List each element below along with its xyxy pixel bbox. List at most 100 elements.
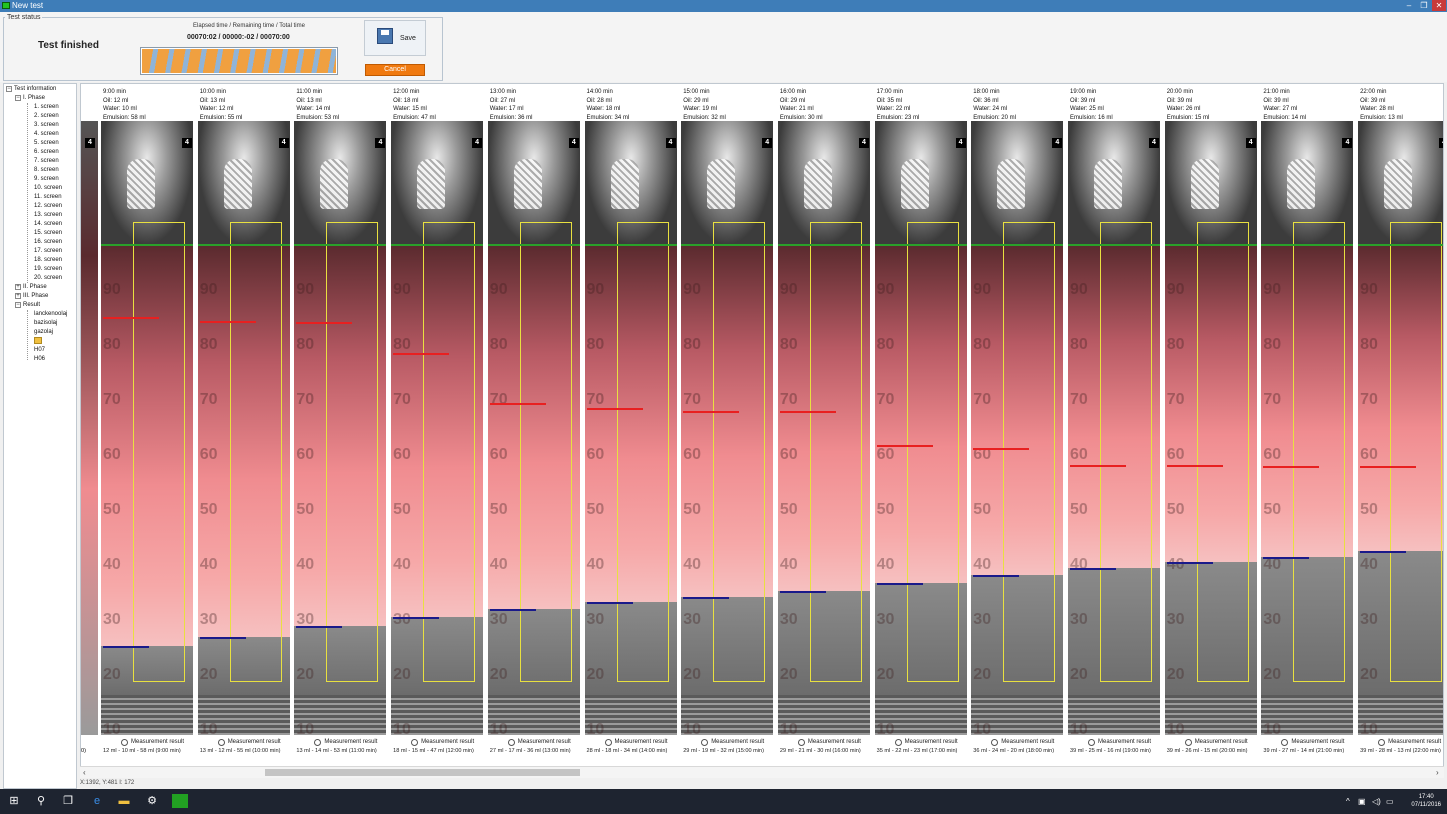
tree-expander[interactable]: − (6, 86, 12, 92)
tree-item-screen[interactable]: 10. screen (34, 184, 62, 192)
tube-image[interactable]: 9080706050403020104 (1068, 121, 1160, 735)
tree-item-phase-2[interactable]: II. Phase (23, 283, 47, 291)
oil-level-line[interactable] (876, 445, 933, 447)
oil-level-line[interactable] (1166, 465, 1223, 467)
tree-expander[interactable]: + (15, 293, 21, 299)
measurement-result-radio[interactable] (991, 739, 999, 746)
tube-image[interactable]: 9080706050403020104 (101, 121, 193, 735)
water-level-line[interactable] (103, 646, 149, 648)
measurement-frame[interactable] (1196, 222, 1249, 682)
tree-item-h[interactable]: H07 (34, 346, 45, 354)
horizontal-scrollbar[interactable]: ‹ › (80, 766, 1444, 778)
water-level-line[interactable] (489, 609, 536, 611)
measurement-result-radio[interactable] (1281, 739, 1289, 746)
water-level-line[interactable] (1070, 568, 1116, 570)
tree-item-screen[interactable]: 20. screen (34, 274, 62, 282)
measurement-result-radio[interactable] (507, 739, 515, 746)
tree-expander[interactable]: + (15, 284, 21, 290)
tree-item-screen[interactable]: 19. screen (34, 265, 62, 273)
tree-item-screen[interactable]: 15. screen (34, 229, 62, 237)
oil-level-line[interactable] (973, 448, 1030, 450)
save-button[interactable]: Save (364, 20, 426, 56)
measurement-result-radio[interactable] (1088, 739, 1095, 746)
edge-browser-icon[interactable]: e (90, 794, 104, 808)
oil-level-line[interactable] (586, 408, 643, 410)
oil-level-line[interactable] (296, 322, 353, 324)
task-view-icon[interactable]: ❐ (61, 794, 75, 808)
water-level-line[interactable] (393, 617, 440, 619)
measurement-result-radio[interactable] (314, 739, 322, 746)
measurement-result-radio[interactable] (604, 739, 612, 746)
oil-level-line[interactable] (393, 353, 450, 355)
scroll-right-arrow[interactable]: › (1436, 768, 1439, 777)
measurement-result-radio[interactable] (1378, 739, 1386, 746)
tube-image[interactable]: 9080706050403020104 (874, 121, 967, 735)
measurement-frame[interactable] (1003, 222, 1056, 682)
measurement-frame[interactable] (809, 222, 862, 682)
oil-level-line[interactable] (683, 411, 740, 413)
tree-item-screen[interactable]: 12. screen (34, 202, 62, 210)
tree-expander[interactable]: − (15, 95, 21, 101)
tree-item-screen[interactable]: 13. screen (34, 211, 62, 219)
water-level-line[interactable] (683, 597, 730, 599)
tree-item-h[interactable]: H06 (34, 355, 45, 363)
tree-item-screen[interactable]: 11. screen (34, 193, 62, 201)
measurement-frame[interactable] (423, 222, 476, 682)
tree-item-screen[interactable]: 16. screen (34, 238, 62, 246)
scroll-thumb[interactable] (265, 769, 580, 776)
tube-image[interactable]: 9080706050403020104 (487, 121, 580, 735)
measurement-result-radio[interactable] (1184, 739, 1192, 746)
tree-item-screen[interactable]: 1. screen (34, 103, 59, 111)
tree-item-result[interactable]: Result (23, 301, 40, 309)
tree-item-screen[interactable]: 17. screen (34, 247, 62, 255)
oil-level-line[interactable] (1070, 465, 1126, 467)
tree-item-screen[interactable]: 4. screen (34, 130, 59, 138)
tree-item-screen[interactable]: 14. screen (34, 220, 62, 228)
measurement-result-radio[interactable] (797, 739, 805, 746)
oil-level-line[interactable] (199, 321, 256, 323)
app-gear-icon[interactable]: ⚙ (145, 794, 159, 808)
minimize-button[interactable]: – (1402, 0, 1416, 11)
measurement-result-radio[interactable] (894, 739, 902, 746)
tree-item-screen[interactable]: 2. screen (34, 112, 59, 120)
measurement-frame[interactable] (326, 222, 379, 682)
volume-icon[interactable]: ◁) (1372, 797, 1381, 806)
taskbar-clock[interactable]: 17:40 07/11/2016 (1411, 793, 1441, 809)
water-level-line[interactable] (1263, 557, 1310, 559)
tree-item-result-item[interactable]: bazisolaj (34, 319, 57, 327)
tube-image[interactable]: 9080706050403020104 (1164, 121, 1257, 735)
oil-level-line[interactable] (779, 411, 836, 413)
folder-icon[interactable] (34, 337, 42, 344)
notification-icon[interactable]: ▭ (1386, 797, 1394, 806)
tube-image[interactable]: 9080706050403020104 (1358, 121, 1443, 735)
measurement-frame[interactable] (519, 222, 572, 682)
tree-item-screen[interactable]: 9. screen (34, 175, 59, 183)
test-app-taskbar-icon[interactable] (172, 794, 188, 808)
measurement-frame[interactable] (616, 222, 669, 682)
measurement-frame[interactable] (906, 222, 959, 682)
water-level-line[interactable] (973, 575, 1020, 577)
tree-item-result-item[interactable]: gazolaj (34, 328, 53, 336)
tree-item-screen[interactable]: 18. screen (34, 256, 62, 264)
measurement-frame[interactable] (1293, 222, 1346, 682)
tray-chevron-icon[interactable]: ^ (1346, 797, 1350, 806)
measurement-frame[interactable] (713, 222, 766, 682)
water-level-line[interactable] (876, 583, 923, 585)
tube-image[interactable]: 9080706050403020104 (294, 121, 387, 735)
measurement-result-radio[interactable] (701, 739, 709, 746)
tube-image[interactable]: 9080706050403020104 (681, 121, 774, 735)
tree-item-screen[interactable]: 3. screen (34, 121, 59, 129)
water-level-line[interactable] (1360, 551, 1407, 553)
tube-image[interactable]: 9080706050403020104 (391, 121, 484, 735)
maximize-button[interactable]: ❐ (1417, 0, 1431, 11)
tree-item-screen[interactable]: 7. screen (34, 157, 59, 165)
measurement-result-radio[interactable] (411, 739, 419, 746)
water-level-line[interactable] (779, 591, 826, 593)
file-explorer-icon[interactable]: ▬ (117, 794, 131, 808)
tree-item-screen[interactable]: 6. screen (34, 148, 59, 156)
tube-image[interactable]: 9080706050403020104 (777, 121, 870, 735)
tube-image[interactable]: 9080706050403020104 (1261, 121, 1354, 735)
tree-item-screen[interactable]: 5. screen (34, 139, 59, 147)
measurement-result-radio[interactable] (121, 739, 128, 746)
oil-level-line[interactable] (1360, 466, 1417, 468)
